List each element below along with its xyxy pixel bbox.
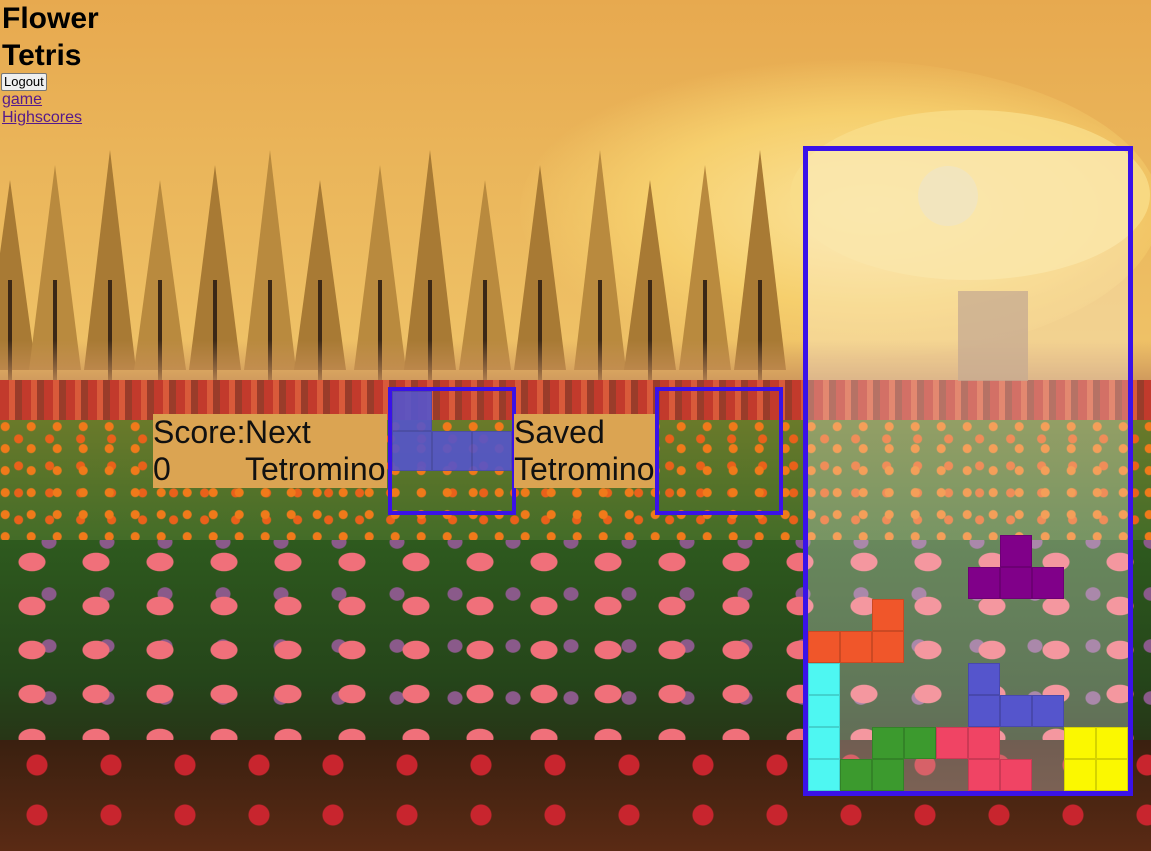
board-block xyxy=(840,759,872,791)
board-block xyxy=(1000,695,1032,727)
board-block xyxy=(904,727,936,759)
board-block xyxy=(968,663,1000,695)
board-block xyxy=(968,727,1000,759)
saved-tetromino-label: Saved Tetromino xyxy=(514,414,656,488)
board-block xyxy=(1064,759,1096,791)
board-block xyxy=(1096,759,1128,791)
next-tetromino-label: Next Tetromino xyxy=(245,414,387,488)
board-block xyxy=(1096,727,1128,759)
board-block xyxy=(1064,727,1096,759)
score-value: 0 xyxy=(153,451,171,487)
board-block xyxy=(808,695,840,727)
next-tetromino-preview xyxy=(388,387,516,515)
board-block xyxy=(872,631,904,663)
board-block xyxy=(1032,567,1064,599)
score-label: Score: xyxy=(153,414,246,450)
nav-link-game[interactable]: game xyxy=(2,91,42,109)
board-block xyxy=(1000,759,1032,791)
board-block xyxy=(872,727,904,759)
saved-tetromino-preview xyxy=(655,387,783,515)
next-tetromino-cell xyxy=(432,431,472,471)
board-block xyxy=(968,567,1000,599)
board-block xyxy=(808,631,840,663)
board-block xyxy=(968,759,1000,791)
game-board[interactable] xyxy=(803,146,1133,796)
next-tetromino-cell xyxy=(392,391,432,431)
board-block xyxy=(840,631,872,663)
board-block xyxy=(1000,535,1032,567)
board-block xyxy=(1032,695,1064,727)
board-block xyxy=(936,727,968,759)
board-block xyxy=(968,695,1000,727)
board-block xyxy=(808,727,840,759)
board-block xyxy=(808,759,840,791)
board-block xyxy=(1000,567,1032,599)
board-block xyxy=(872,759,904,791)
score-panel: Score: 0 xyxy=(153,414,245,488)
nav-link-highscores[interactable]: Highscores xyxy=(2,109,82,127)
board-block xyxy=(872,599,904,631)
next-tetromino-cell xyxy=(472,431,512,471)
logout-button[interactable]: Logout xyxy=(1,73,47,91)
page-title: Flower Tetris xyxy=(2,2,99,72)
board-block xyxy=(808,663,840,695)
next-tetromino-cell xyxy=(392,431,432,471)
